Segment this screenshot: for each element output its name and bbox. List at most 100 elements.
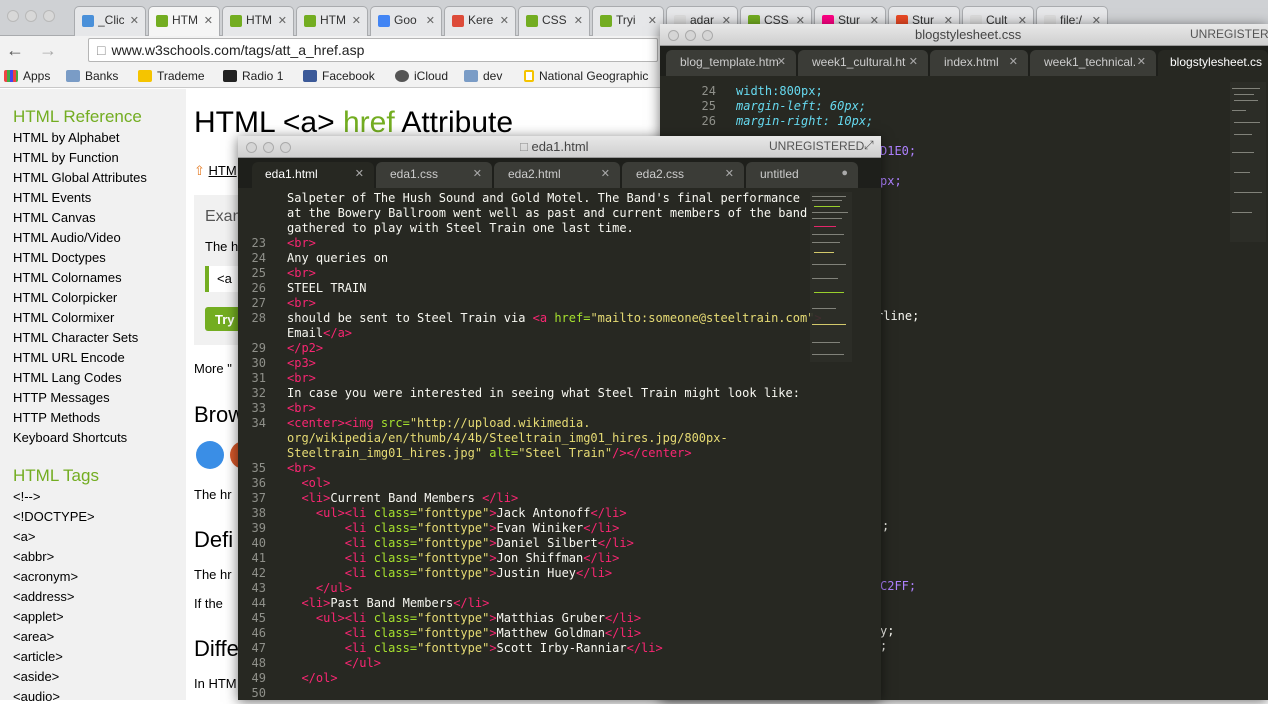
- window-controls[interactable]: [246, 141, 297, 156]
- code-line: <br>: [287, 266, 316, 280]
- sidebar-link[interactable]: <address>: [13, 589, 74, 604]
- code-line: </p2>: [287, 341, 324, 355]
- close-icon[interactable]: ✕: [574, 14, 583, 27]
- sidebar-link[interactable]: HTTP Methods: [13, 410, 100, 425]
- browser-tab[interactable]: Tryi ✕: [592, 6, 664, 36]
- sidebar-link[interactable]: <acronym>: [13, 569, 78, 584]
- forward-icon[interactable]: →: [39, 40, 57, 60]
- bookmark-radio1[interactable]: Radio 1: [223, 69, 283, 83]
- tab-week1-cultural[interactable]: week1_cultural.ht ✕: [798, 50, 928, 76]
- minimap[interactable]: [1230, 82, 1266, 242]
- file-icon: □: [520, 139, 532, 154]
- back-icon[interactable]: ←: [6, 40, 24, 60]
- sidebar-link[interactable]: HTML Canvas: [13, 210, 96, 225]
- bookmark-natgeo[interactable]: National Geographic: [524, 69, 648, 83]
- fullscreen-icon[interactable]: ⤢: [864, 138, 874, 153]
- line-number: 39: [251, 521, 266, 535]
- window-controls[interactable]: [668, 29, 719, 44]
- sidebar-link[interactable]: <article>: [13, 649, 63, 664]
- bookmark-apps[interactable]: Apps: [4, 69, 50, 83]
- browser-tab[interactable]: HTM ✕: [222, 6, 294, 36]
- code-line: <br>: [287, 401, 316, 415]
- close-icon[interactable]: ✕: [130, 14, 139, 27]
- sidebar-link[interactable]: <!DOCTYPE>: [13, 509, 95, 524]
- close-icon: ✕: [472, 168, 482, 180]
- sidebar-link[interactable]: HTML Colormixer: [13, 310, 114, 325]
- line-number: 29: [251, 341, 266, 355]
- address-bar[interactable]: □ www.w3schools.com/tags/att_a_href.asp: [88, 38, 658, 62]
- sidebar-link[interactable]: HTML Colornames: [13, 270, 122, 285]
- tab-eda2-css[interactable]: eda2.css ✕: [622, 162, 744, 188]
- sidebar-link[interactable]: <!-->: [13, 489, 40, 504]
- folder-icon: [464, 70, 478, 82]
- minimap[interactable]: [810, 192, 852, 362]
- bookmark-icloud[interactable]: iCloud: [395, 69, 448, 83]
- code-fragment: rline;: [876, 309, 920, 323]
- sidebar-link[interactable]: HTML Lang Codes: [13, 370, 122, 385]
- browser-tab[interactable]: _Click ✕: [74, 6, 146, 36]
- sidebar-link[interactable]: HTML by Alphabet: [13, 130, 119, 145]
- sidebar-link[interactable]: HTML URL Encode: [13, 350, 125, 365]
- natgeo-icon: [524, 70, 534, 82]
- html-link[interactable]: ⇧ HTM: [194, 163, 237, 179]
- tab-eda1-html[interactable]: eda1.html ✕: [252, 162, 374, 188]
- code-line: In case you were interested in seeing wh…: [287, 386, 800, 400]
- sidebar-link[interactable]: Keyboard Shortcuts: [13, 430, 127, 445]
- favicon-icon: [304, 15, 316, 27]
- close-icon: ✕: [1008, 56, 1018, 68]
- tab-untitled[interactable]: untitled ●: [746, 162, 858, 188]
- sidebar-link[interactable]: <area>: [13, 629, 54, 644]
- close-icon[interactable]: ✕: [204, 14, 213, 27]
- tab-label: Kere: [468, 13, 494, 27]
- bookmark-dev[interactable]: dev: [464, 69, 502, 83]
- tab-blogstylesheet[interactable]: blogstylesheet.cs: [1158, 50, 1268, 76]
- bookmark-trademe[interactable]: Trademe: [138, 69, 205, 83]
- bookmark-facebook[interactable]: Facebook: [303, 69, 375, 83]
- code-fragment: ;: [882, 519, 890, 533]
- tab-eda1-css[interactable]: eda1.css ✕: [376, 162, 492, 188]
- line-number: 26: [251, 281, 266, 295]
- sidebar-link[interactable]: <a>: [13, 529, 35, 544]
- tab-week1-technical[interactable]: week1_technical. ✕: [1030, 50, 1156, 76]
- sidebar-link[interactable]: <aside>: [13, 669, 59, 684]
- line-number: 37: [251, 491, 266, 505]
- browser-tab[interactable]: HTM ✕: [148, 6, 220, 36]
- sidebar-link[interactable]: HTML Doctypes: [13, 250, 106, 265]
- line-number: 50: [251, 686, 266, 700]
- sidebar-link[interactable]: <abbr>: [13, 549, 54, 564]
- sidebar-link[interactable]: HTML Audio/Video: [13, 230, 121, 245]
- sidebar-link[interactable]: <audio>: [13, 689, 60, 704]
- sidebar-link[interactable]: HTML Character Sets: [13, 330, 138, 345]
- bookmark-banks[interactable]: Banks: [66, 69, 118, 83]
- sidebar-link[interactable]: HTML by Function: [13, 150, 119, 165]
- close-icon[interactable]: ✕: [648, 14, 657, 27]
- sidebar-link[interactable]: <applet>: [13, 609, 64, 624]
- line-number: 38: [251, 506, 266, 520]
- tab-index[interactable]: index.html ✕: [930, 50, 1028, 76]
- browser-tab[interactable]: CSS ✕: [518, 6, 590, 36]
- close-icon[interactable]: ✕: [426, 14, 435, 27]
- window-controls[interactable]: [7, 9, 67, 22]
- sidebar-link[interactable]: HTTP Messages: [13, 390, 110, 405]
- code-line: </ol>: [287, 671, 338, 685]
- browser-tab[interactable]: HTM ✕: [296, 6, 368, 36]
- facebook-icon: [303, 70, 317, 82]
- close-icon[interactable]: ✕: [500, 14, 509, 27]
- code-line: <ul><li class="fonttype">Matthias Gruber…: [287, 611, 642, 625]
- code-line: <p3>: [287, 356, 316, 370]
- editor-titlebar: □ eda1.html UNREGISTERED ⤢: [238, 136, 881, 158]
- sidebar-link[interactable]: HTML Colorpicker: [13, 290, 117, 305]
- tab-eda2-html[interactable]: eda2.html ✕: [494, 162, 620, 188]
- tab-label: HTM: [320, 13, 346, 27]
- code-line: </ul>: [287, 656, 381, 670]
- sidebar-link[interactable]: HTML Global Attributes: [13, 170, 147, 185]
- sidebar-link[interactable]: HTML Events: [13, 190, 91, 205]
- browser-tab[interactable]: Kere ✕: [444, 6, 516, 36]
- code-line: <li class="fonttype">Scott Irby-Ranniar<…: [287, 641, 663, 655]
- browser-tab[interactable]: Goo ✕: [370, 6, 442, 36]
- unregistered-label: UNREGISTERED: [769, 139, 865, 153]
- close-icon: ✕: [724, 168, 734, 180]
- tab-blog-template[interactable]: blog_template.htm ✕: [666, 50, 796, 76]
- close-icon[interactable]: ✕: [352, 14, 361, 27]
- close-icon[interactable]: ✕: [278, 14, 287, 27]
